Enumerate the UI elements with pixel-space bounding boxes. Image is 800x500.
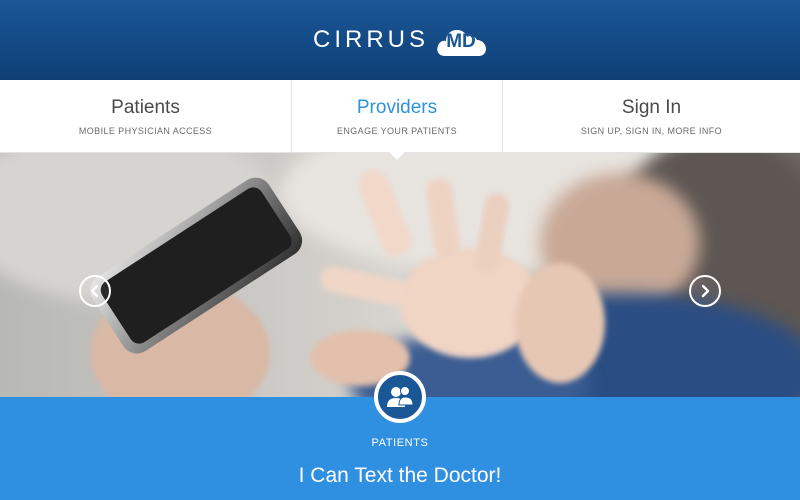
hero-photo <box>0 153 800 397</box>
active-caret-icon <box>389 152 405 160</box>
site-header: CIRRUS MD <box>0 0 800 80</box>
slider-prev-button[interactable] <box>79 275 111 307</box>
nav-item-sign-in[interactable]: Sign In SIGN UP, SIGN IN, MORE INFO <box>503 80 800 152</box>
logo-badge: MD <box>446 31 476 52</box>
cloud-icon: MD <box>435 22 487 58</box>
feature-headline: I Can Text the Doctor! <box>298 464 502 487</box>
nav-title-sign-in: Sign In <box>621 96 682 118</box>
feature-label: PATIENTS <box>371 437 429 449</box>
main-nav: Patients MOBILE PHYSICIAN ACCESS Provide… <box>0 80 800 160</box>
nav-subtitle-patients: MOBILE PHYSICIAN ACCESS <box>78 125 213 136</box>
nav-item-providers[interactable]: Providers ENGAGE YOUR PATIENTS <box>291 80 503 160</box>
chevron-right-icon <box>701 284 710 298</box>
logo-text: CIRRUS <box>312 26 429 53</box>
patients-badge[interactable] <box>374 371 426 423</box>
chevron-left-icon <box>90 284 99 298</box>
nav-title-patients: Patients <box>111 96 180 118</box>
hero-slider <box>0 153 800 397</box>
nav-title-providers: Providers <box>356 96 438 118</box>
nav-item-patients[interactable]: Patients MOBILE PHYSICIAN ACCESS <box>0 80 291 152</box>
nav-subtitle-sign-in: SIGN UP, SIGN IN, MORE INFO <box>580 125 723 136</box>
people-icon <box>387 386 414 407</box>
slider-next-button[interactable] <box>689 275 721 307</box>
cirrusmd-logo[interactable]: CIRRUS MD <box>313 22 487 58</box>
nav-subtitle-providers: ENGAGE YOUR PATIENTS <box>336 125 458 136</box>
